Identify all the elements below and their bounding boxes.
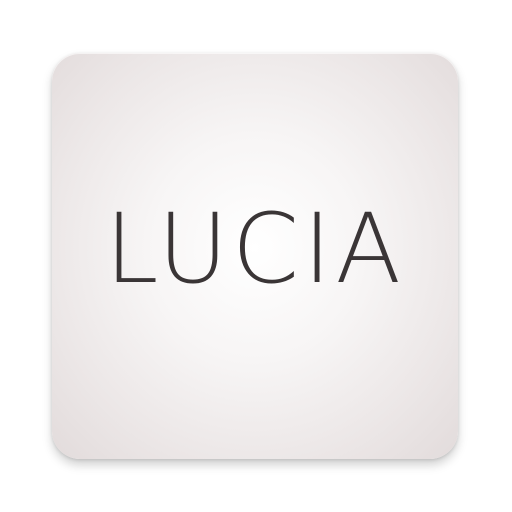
app-wordmark: LUCIA xyxy=(105,193,405,305)
app-icon-lucia[interactable]: LUCIA xyxy=(52,53,458,459)
icon-canvas: LUCIA xyxy=(0,0,512,512)
